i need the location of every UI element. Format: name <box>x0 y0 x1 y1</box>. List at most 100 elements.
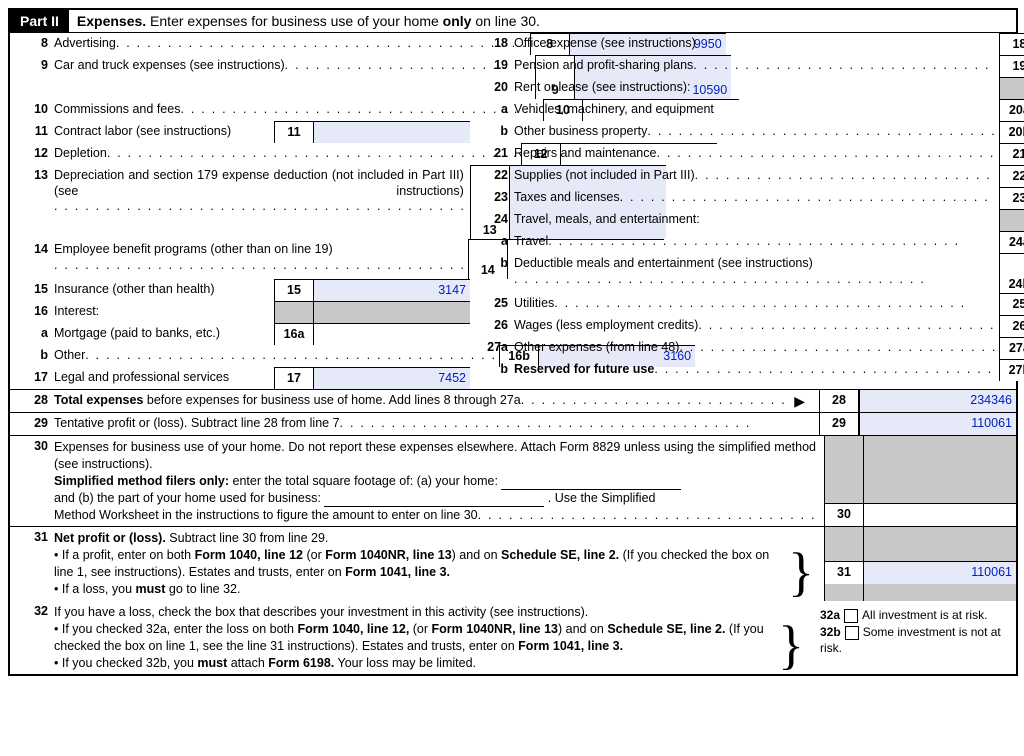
line-29: 29 Tentative profit or (loss). Subtract … <box>10 412 1016 435</box>
line-label: Car and truck expenses (see instructions… <box>54 58 285 74</box>
box-number: 17 <box>274 367 314 389</box>
box-number: 31 <box>825 562 864 584</box>
line-13: 13 Depreciation and section 179 expense … <box>10 165 470 239</box>
line-label: Rent or lease (see instructions): <box>514 80 690 94</box>
line-10: 10 Commissions and fees 10 <box>10 99 470 121</box>
line-27b: b Reserved for future use 27b <box>470 359 1024 381</box>
line-number: 10 <box>10 99 54 121</box>
line-label: Other expenses (from line 48) <box>514 340 679 356</box>
line-31-cells: 31 110061 <box>824 527 1016 601</box>
box-number: 28 <box>819 390 859 412</box>
line-label: Tentative profit or (loss). Subtract lin… <box>54 416 340 432</box>
box-number: 27a <box>999 337 1024 359</box>
line-11-value[interactable] <box>314 121 470 143</box>
part-title: Expenses. Enter expenses for business us… <box>69 13 540 29</box>
line-29-value[interactable]: 110061 <box>859 413 1016 435</box>
line-label: Contract labor (see instructions) <box>54 124 231 140</box>
business-sqft-input[interactable] <box>324 492 544 507</box>
line-number: a <box>470 231 514 253</box>
line-label: Mortgage (paid to banks, etc.) <box>54 326 220 342</box>
line-16a-value[interactable] <box>314 323 470 345</box>
line-label: Reserved for future use <box>514 362 654 378</box>
line-label: Travel, meals, and entertainment: <box>514 212 700 226</box>
line-number: 19 <box>470 55 514 77</box>
checkbox-32a-row: 32aAll investment is at risk. <box>820 607 1012 624</box>
line-number: 22 <box>470 165 514 187</box>
shaded-area <box>824 436 1016 503</box>
box-shaded <box>999 209 1024 231</box>
line-number: 28 <box>10 390 54 412</box>
box-number: 27b <box>999 359 1024 381</box>
box-number: 26 <box>999 315 1024 337</box>
line-label: Commissions and fees <box>54 102 180 118</box>
line-number: 23 <box>470 187 514 209</box>
line-label: Employee benefit programs (other than on… <box>54 242 333 256</box>
line-number: b <box>470 359 514 381</box>
line-number: 27a <box>470 337 514 359</box>
line-15: 15 Insurance (other than health) 15 3147 <box>10 279 470 301</box>
line-30-value[interactable] <box>864 504 1016 526</box>
checkbox-32a-label: All investment is at risk. <box>862 608 987 622</box>
shaded-area <box>824 527 1016 561</box>
part-header: Part II Expenses. Enter expenses for bus… <box>10 10 1016 33</box>
line-number: b <box>10 345 54 367</box>
line-17-value[interactable]: 7452 <box>314 367 470 389</box>
checkbox-32b[interactable] <box>845 626 859 640</box>
line-24: 24 Travel, meals, and entertainment: <box>470 209 1024 231</box>
checkbox-area: 32aAll investment is at risk. 32bSome in… <box>814 601 1016 675</box>
line-24b: b Deductible meals and entertainment (se… <box>470 253 1024 293</box>
line-number: 20 <box>470 77 514 99</box>
schedule-c-part2: Part II Expenses. Enter expenses for bus… <box>8 8 1018 676</box>
line-number: 29 <box>10 413 54 435</box>
line-32: 32 If you have a loss, check the box tha… <box>10 601 1016 675</box>
box-number: 18 <box>999 33 1024 55</box>
box-number: 11 <box>274 121 314 143</box>
brace-icon: } <box>776 624 806 667</box>
line-19: 19 Pension and profit-sharing plans 19 <box>470 55 1024 77</box>
line-14: 14 Employee benefit programs (other than… <box>10 239 470 279</box>
line-label: Advertising <box>54 36 116 52</box>
checkbox-32a[interactable] <box>844 609 858 623</box>
right-column: 18 Office expense (see instructions) 18 … <box>470 33 1024 389</box>
line-11: 11 Contract labor (see instructions) 11 <box>10 121 470 143</box>
line-number: 21 <box>470 143 514 165</box>
line-31-value[interactable]: 110061 <box>864 562 1016 584</box>
line-label: Supplies (not included in Part III) <box>514 168 695 184</box>
line-30-cells: 30 <box>824 436 1016 526</box>
line-18: 18 Office expense (see instructions) 18 … <box>470 33 1024 55</box>
line-15-value[interactable]: 3147 <box>314 279 470 301</box>
part-title-bold: Expenses. <box>77 13 146 29</box>
line-number: 17 <box>10 367 54 389</box>
line-number: 8 <box>10 33 54 55</box>
box-number: 24b <box>999 253 1024 293</box>
line-31-content: Net profit or (loss). Subtract line 30 f… <box>54 527 824 601</box>
line-number: 9 <box>10 55 54 99</box>
box-number: 20b <box>999 121 1024 143</box>
line-27a: 27a Other expenses (from line 48) 27a 14… <box>470 337 1024 359</box>
line-label: Travel <box>514 234 548 250</box>
left-column: 8 Advertising 8 9950 9 Car and truck exp… <box>10 33 470 389</box>
line-number: 30 <box>10 436 54 526</box>
value-shaded <box>314 301 470 323</box>
line-label: Wages (less employment credits) <box>514 318 698 334</box>
line-28-value[interactable]: 234346 <box>859 390 1016 412</box>
expense-columns: 8 Advertising 8 9950 9 Car and truck exp… <box>10 33 1016 389</box>
line-number: 32 <box>10 601 54 675</box>
line-12: 12 Depletion 12 <box>10 143 470 165</box>
box-number: 30 <box>825 504 864 526</box>
line-label: Pension and profit-sharing plans <box>514 58 693 74</box>
brace-icon: } <box>786 551 816 594</box>
line-number: 31 <box>10 527 54 601</box>
box-number: 22 <box>999 165 1024 187</box>
line-label: Taxes and licenses <box>514 190 620 206</box>
line-number: a <box>470 99 514 121</box>
box-number: 20a <box>999 99 1024 121</box>
line-30-content: Expenses for business use of your home. … <box>54 436 824 526</box>
line-32-content: If you have a loss, check the box that d… <box>54 601 814 675</box>
box-number: 29 <box>819 413 859 435</box>
arrow-icon: ▶ <box>788 393 811 411</box>
line-25: 25 Utilities 25 14606 <box>470 293 1024 315</box>
line-label: Repairs and maintenance <box>514 146 656 162</box>
home-sqft-input[interactable] <box>501 475 681 490</box>
line-label: Deductible meals and entertainment (see … <box>514 256 813 270</box>
